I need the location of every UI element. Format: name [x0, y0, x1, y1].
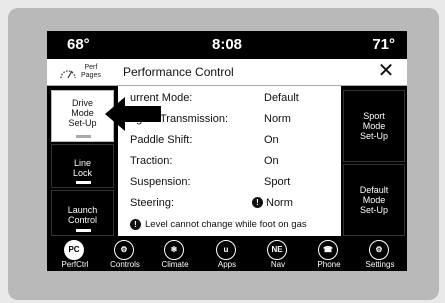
warning-note: ! Level cannot change while foot on gas [130, 219, 307, 230]
nav-label: Phone [317, 260, 341, 269]
nav-label: Settings [365, 260, 395, 269]
nav-label: Nav [270, 260, 286, 269]
outside-temp-right: 71° [372, 36, 395, 53]
pc-icon: PC [64, 240, 84, 260]
perf-pages-label-2: Pages [81, 72, 101, 79]
nav-nav[interactable]: NE Nav [254, 238, 302, 271]
warning-icon: ! [130, 219, 141, 230]
climate-icon: ❄ [164, 240, 184, 260]
setting-row-current-mode[interactable]: urrent Mode: Default [130, 90, 340, 108]
nav-label: Apps [217, 260, 237, 269]
perf-pages-label-1: Perf [84, 64, 98, 71]
callout-arrow-icon [105, 97, 161, 131]
launch-control-button[interactable]: Launch Control [51, 190, 114, 236]
indicator [76, 229, 91, 232]
right-menu: Sport Mode Set-Up Default Mode Set-Up [341, 86, 407, 236]
status-bar: 68° 8:08 71° [47, 31, 407, 57]
selected-indicator [76, 135, 91, 138]
perf-pages-button[interactable]: Perf Pages [53, 61, 111, 83]
sport-mode-setup-button[interactable]: Sport Mode Set-Up [343, 90, 405, 162]
line-lock-button[interactable]: Line Lock [51, 144, 114, 188]
phone-icon: ☎ [318, 240, 338, 260]
title-bar: Perf Pages Performance Control ✕ [47, 59, 407, 86]
nav-phone[interactable]: ☎ Phone [305, 238, 353, 271]
nav-settings[interactable]: ⚙ Settings [356, 238, 404, 271]
indicator [76, 181, 91, 184]
bottom-nav-bar: PC PerfCtrl ⚙ Controls ❄ Climate u Apps … [47, 238, 407, 271]
page-title: Performance Control [123, 65, 234, 79]
nav-climate[interactable]: ❄ Climate [151, 238, 199, 271]
close-button[interactable]: ✕ [375, 60, 397, 82]
touchscreen: 68° 8:08 71° Perf Pages Performance Cont… [47, 31, 407, 271]
nav-perfctrl[interactable]: PC PerfCtrl [51, 238, 99, 271]
warning-note-text: Level cannot change while foot on gas [145, 219, 307, 230]
setting-row-engine-transmission[interactable]: ngine/Transmission: Norm [130, 111, 340, 129]
nav-label: PerfCtrl [61, 260, 89, 269]
warning-icon: ! [252, 197, 263, 208]
controls-icon: ⚙ [114, 240, 134, 260]
clock: 8:08 [211, 36, 243, 53]
nav-controls[interactable]: ⚙ Controls [101, 238, 149, 271]
setting-row-suspension[interactable]: Suspension: Sport [130, 174, 340, 192]
compass-icon: NE [267, 240, 287, 260]
setting-row-traction[interactable]: Traction: On [130, 153, 340, 171]
nav-apps[interactable]: u Apps [203, 238, 251, 271]
nav-label: Controls [110, 260, 140, 269]
close-icon: ✕ [377, 60, 395, 82]
steering-value: Norm [266, 197, 293, 209]
default-mode-setup-button[interactable]: Default Mode Set-Up [343, 164, 405, 236]
settings-icon: ⚙ [369, 240, 389, 260]
setting-row-paddle-shift[interactable]: Paddle Shift: On [130, 132, 340, 150]
nav-label: Climate [161, 260, 189, 269]
gauge-icon [60, 70, 76, 79]
apps-icon: u [216, 240, 236, 260]
setting-row-steering[interactable]: Steering: ! Norm [130, 195, 340, 213]
